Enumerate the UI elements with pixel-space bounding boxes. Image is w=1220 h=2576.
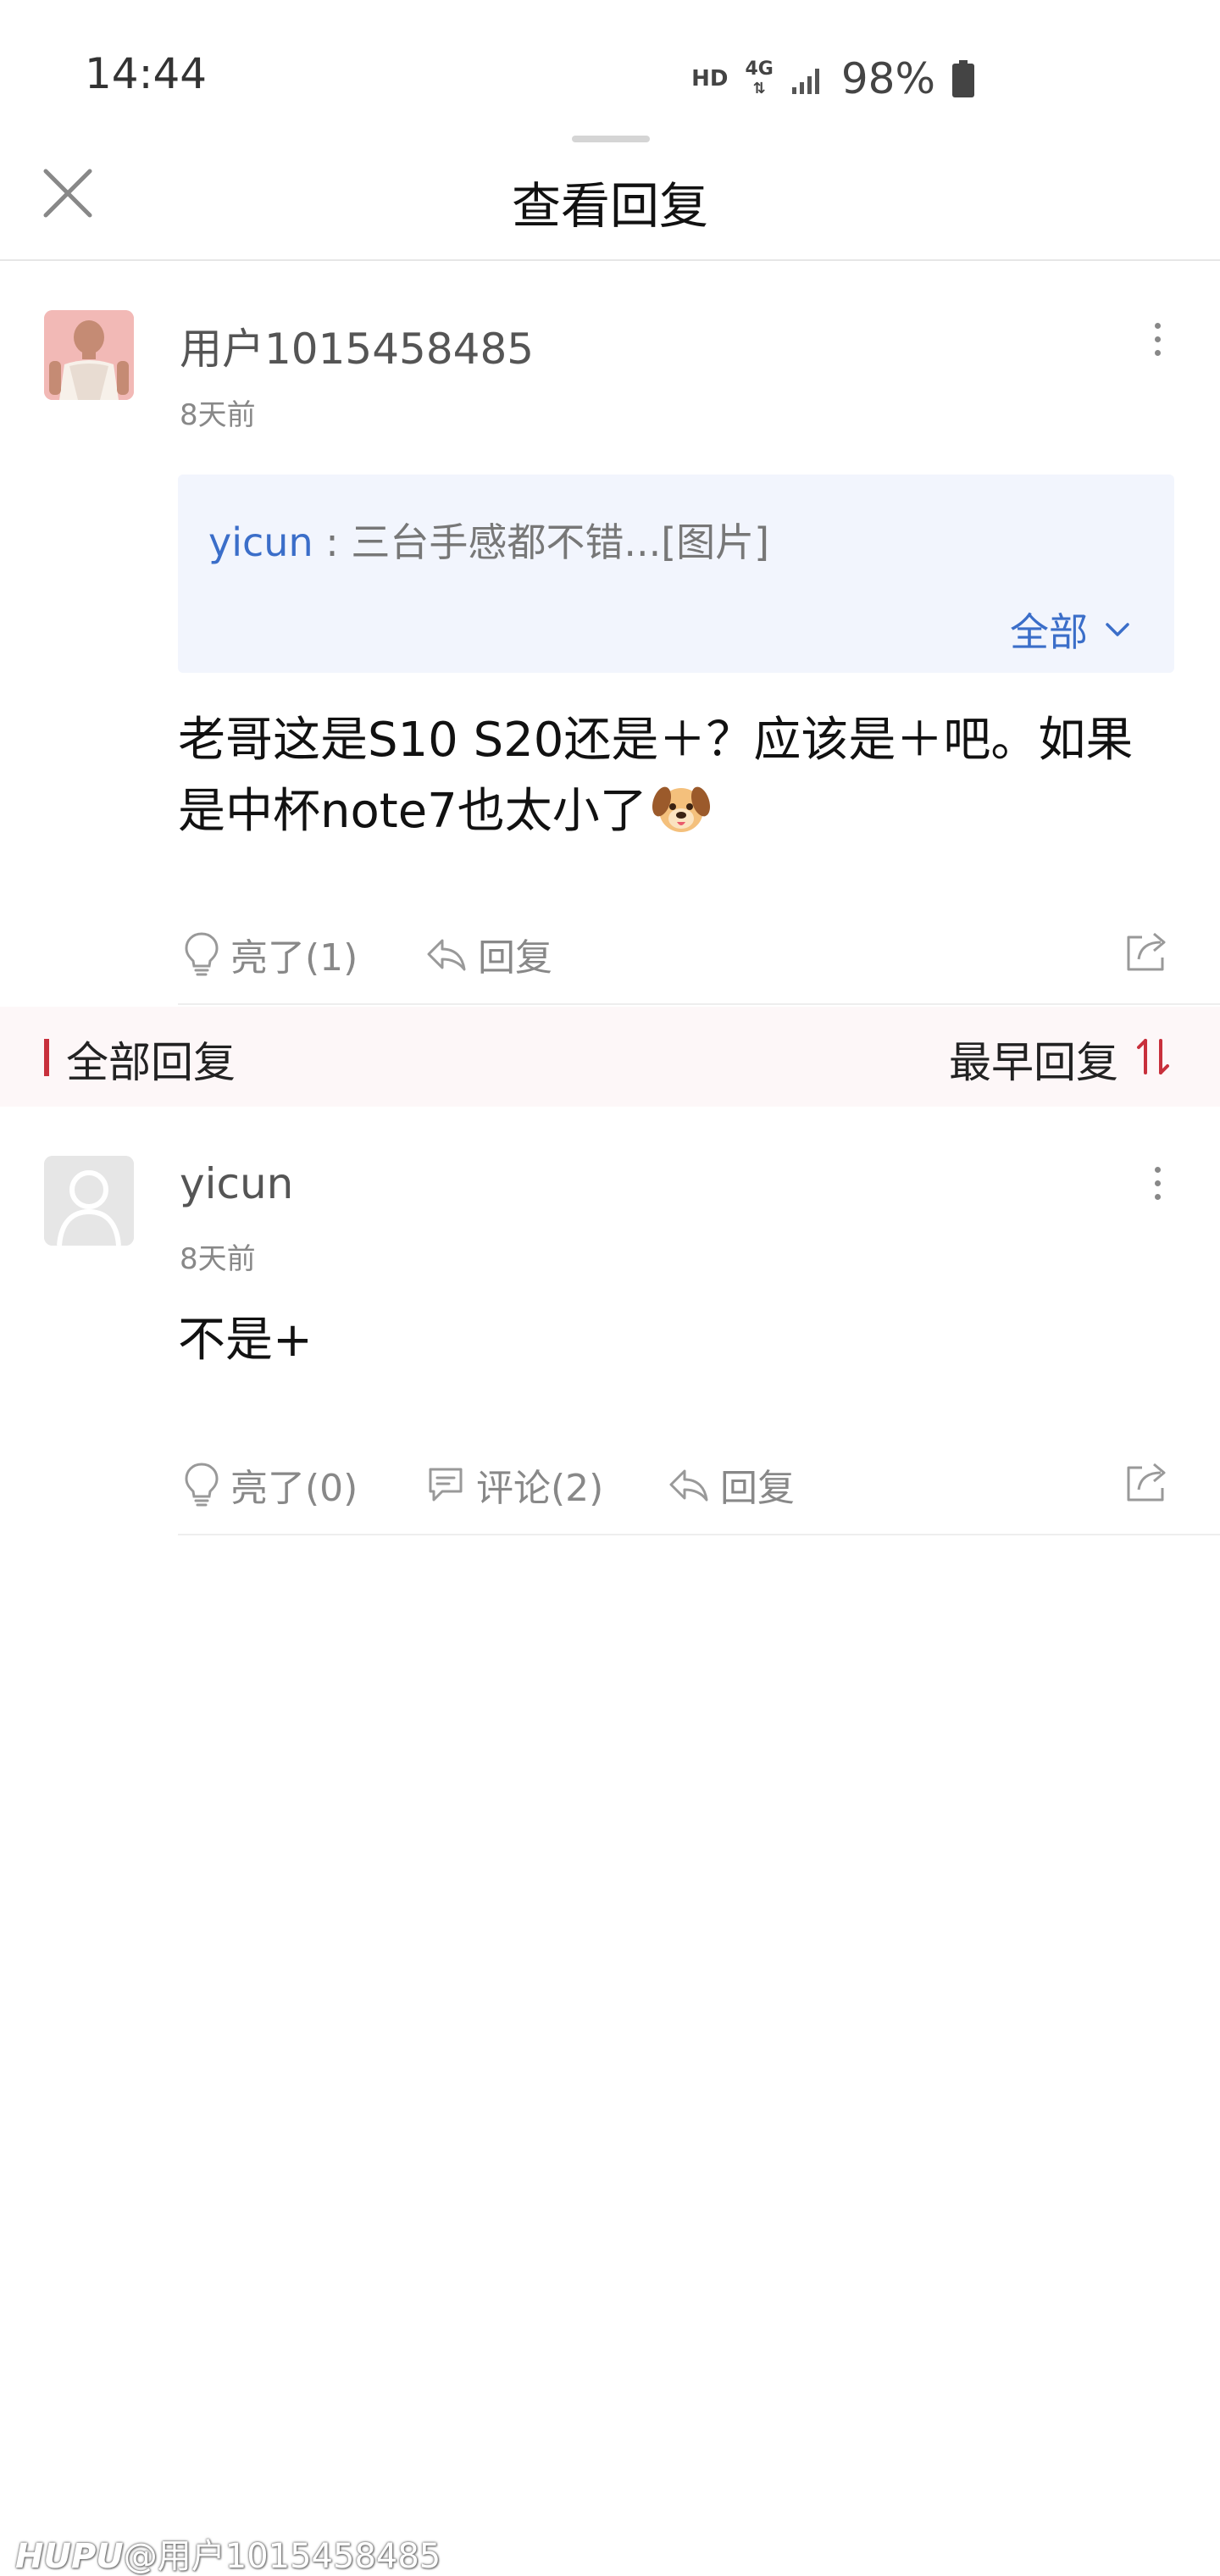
reply-button[interactable]: 回复: [425, 927, 552, 981]
avatar[interactable]: [44, 310, 134, 400]
quoted-comment[interactable]: yicun : 三台手感都不错...[图片] 全部: [178, 475, 1174, 673]
page-title: 查看回复: [511, 177, 708, 235]
share-button[interactable]: [1123, 927, 1171, 978]
quote-username[interactable]: yicun: [208, 519, 313, 565]
comment-time: 8天前: [180, 398, 256, 432]
reply-arrow-icon: [427, 939, 466, 971]
network-label: 4G: [745, 58, 774, 80]
share-icon: [1127, 932, 1166, 971]
comment-divider: [178, 1003, 1220, 1005]
expand-quote-label: 全部: [1010, 609, 1088, 655]
reply-avatar[interactable]: [44, 1156, 134, 1246]
battery-icon: [952, 60, 974, 97]
comment-username[interactable]: 用户1015458485: [180, 315, 534, 376]
comment-content-line-2: 是中杯note7也太小了: [178, 776, 1178, 847]
light-button[interactable]: 亮了(1): [183, 927, 358, 981]
comment-bubble-icon: [429, 1468, 463, 1502]
reply-light-button[interactable]: 亮了(0): [183, 1457, 358, 1512]
header-divider: [0, 259, 1220, 261]
signal-icon: [791, 69, 819, 94]
expand-quote-button[interactable]: 全部: [1010, 602, 1130, 658]
more-dot: [1154, 1180, 1161, 1186]
data-arrows-icon: ⇅: [752, 79, 766, 97]
lightbulb-icon: [185, 1463, 219, 1507]
reply-share-button[interactable]: [1123, 1457, 1171, 1508]
user-photo-icon: [44, 310, 134, 400]
quote-separator: :: [313, 519, 352, 565]
watermark-handle: @用户1015458485: [123, 2537, 441, 2576]
section-title: 全部回复: [66, 1038, 236, 1087]
section-marker: [44, 1039, 49, 1076]
comment-content-line: 老哥这是S10 S20还是＋？应该是＋吧。如果: [178, 713, 1134, 768]
dog-face-emoji-icon: [652, 786, 710, 832]
share-icon: [1127, 1463, 1166, 1502]
more-dot: [1154, 336, 1161, 342]
watermark-brand: HUPU: [15, 2537, 124, 2576]
quote-text: 三台手感都不错...[图片]: [351, 519, 770, 565]
more-dot: [1154, 1193, 1161, 1200]
reply-arrow-icon: [669, 1469, 708, 1502]
comment-content-text: 是中杯note7也太小了: [178, 784, 647, 839]
light-count: 亮了(1): [230, 936, 358, 980]
sort-button[interactable]: 最早回复: [949, 1029, 1118, 1090]
watermark: HUPU@用户1015458485: [15, 2529, 441, 2576]
more-options-button[interactable]: [1140, 314, 1174, 364]
reply-content: 不是+: [178, 1313, 313, 1368]
reply-more-options-button[interactable]: [1140, 1158, 1174, 1208]
status-indicators: HD 4G ⇅ 98%: [691, 49, 974, 108]
chevron-down-icon: [1106, 623, 1129, 636]
reply-username[interactable]: yicun: [180, 1159, 293, 1208]
network-indicator: 4G ⇅: [745, 58, 774, 98]
replies-section-header: 全部回复 最早回复: [0, 1007, 1220, 1107]
default-avatar-icon: [44, 1156, 134, 1246]
reply-label: 回复: [478, 936, 552, 980]
quote-line: yicun : 三台手感都不错...[图片]: [208, 512, 769, 568]
reply-time: 8天前: [180, 1242, 256, 1276]
comment-content: 老哥这是S10 S20还是＋？应该是＋吧。如果 是中杯note7也太小了: [178, 705, 1178, 847]
sort-order-icon[interactable]: [1135, 1037, 1173, 1076]
comment-count: 评论(2): [476, 1467, 604, 1510]
lightbulb-icon: [185, 932, 219, 976]
reply-reply-button[interactable]: 回复: [668, 1457, 795, 1512]
more-dot: [1154, 1166, 1161, 1173]
reply-light-count: 亮了(0): [230, 1467, 358, 1510]
hd-indicator: HD: [691, 66, 729, 92]
comment-button[interactable]: 评论(2): [425, 1457, 603, 1512]
more-dot: [1154, 322, 1161, 329]
reply-reply-label: 回复: [720, 1467, 795, 1510]
sheet-drag-handle[interactable]: [572, 136, 650, 142]
reply-divider: [178, 1534, 1220, 1535]
more-dot: [1154, 349, 1161, 356]
battery-level: 98%: [840, 54, 935, 103]
status-time: 14:44: [85, 49, 208, 98]
